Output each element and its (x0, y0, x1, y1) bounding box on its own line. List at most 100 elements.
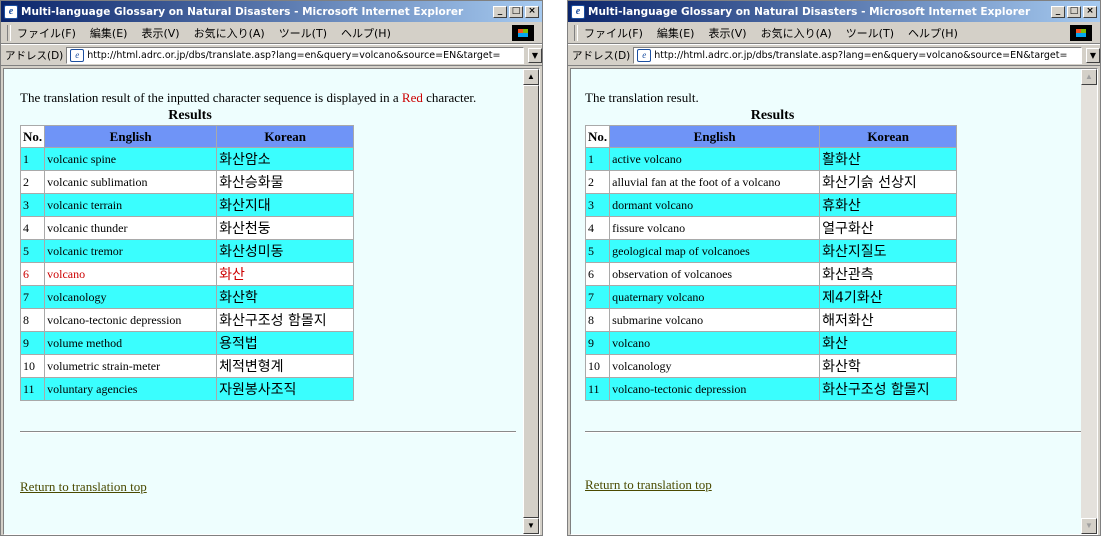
row-korean: 화산기슭 선상지 (819, 170, 958, 194)
row-english: volcano-tectonic depression (609, 377, 821, 401)
row-no: 4 (19, 216, 46, 240)
menu-favorites[interactable]: お気に入り(A) (194, 25, 265, 41)
row-korean: 화산승화물 (216, 170, 355, 194)
address-label: アドレス(D) (5, 49, 64, 62)
table-row: 5 geological map of volcanoes 화산지질도 (584, 239, 958, 263)
scroll-down-icon[interactable]: ▼ (523, 518, 539, 534)
ie-app-icon[interactable]: e (4, 4, 18, 19)
vertical-scrollbar[interactable]: ▲ ▼ (523, 69, 539, 534)
row-no: 9 (19, 331, 46, 355)
browser-window-right: e Multi-language Glossary on Natural Dis… (567, 0, 1101, 536)
row-korean: 열구화산 (819, 216, 958, 240)
row-english: volcanic spine (44, 147, 218, 171)
row-no: 8 (584, 308, 611, 332)
scroll-thumb[interactable] (523, 85, 539, 518)
menu-tools[interactable]: ツール(T) (846, 25, 894, 41)
row-korean: 화산 (819, 331, 958, 355)
row-korean: 화산암소 (216, 147, 355, 171)
row-no: 3 (584, 193, 611, 217)
page-content: The translation result of the inputted c… (4, 69, 523, 534)
row-no: 5 (584, 239, 611, 263)
row-korean: 제4기화산 (819, 285, 958, 309)
menu-view[interactable]: 表示(V) (708, 25, 746, 41)
row-english: volcanic thunder (44, 216, 218, 240)
row-korean: 화산관측 (819, 262, 958, 286)
return-to-top-link[interactable]: Return to translation top (585, 477, 712, 493)
scroll-up-icon[interactable]: ▲ (523, 69, 539, 85)
menu-help[interactable]: ヘルプ(H) (908, 25, 958, 41)
row-english: volcanology (44, 285, 218, 309)
menu-edit[interactable]: 編集(E) (657, 25, 695, 41)
title-bar[interactable]: e Multi-language Glossary on Natural Dis… (568, 1, 1100, 22)
row-english: fissure volcano (609, 216, 821, 240)
menu-bar: ファイル(F) 編集(E) 表示(V) お気に入り(A) ツール(T) ヘルプ(… (1, 22, 542, 44)
menu-edit[interactable]: 編集(E) (90, 25, 128, 41)
title-bar[interactable]: e Multi-language Glossary on Natural Dis… (1, 1, 542, 22)
row-no: 6 (19, 262, 46, 286)
results-table: No. English Korean 1 active volcano 활화산 2a… (584, 125, 958, 401)
page-icon: e (70, 48, 85, 62)
row-english: active volcano (609, 147, 821, 171)
ie-app-icon[interactable]: e (571, 4, 585, 19)
address-dropdown-icon[interactable]: ▼ (1086, 47, 1100, 63)
row-korean: 화산천둥 (216, 216, 355, 240)
row-english: quaternary volcano (609, 285, 821, 309)
address-url[interactable]: http://html.adrc.or.jp/dbs/translate.asp… (654, 50, 1067, 61)
row-english: volume method (44, 331, 218, 355)
row-english: volcanology (609, 354, 821, 378)
table-row-highlighted: 6 volcano 화산 (19, 262, 355, 286)
row-no: 1 (19, 147, 46, 171)
menu-file[interactable]: ファイル(F) (17, 25, 76, 41)
header-korean: Korean (819, 125, 958, 148)
page-content: The translation result. Results No. Engl… (571, 69, 1081, 534)
row-korean: 화산구조성 함몰지 (819, 377, 958, 401)
windows-logo-icon (512, 25, 534, 41)
minimize-icon[interactable]: _ (493, 5, 507, 18)
address-input[interactable]: e http://html.adrc.or.jp/dbs/translate.a… (66, 46, 524, 64)
vertical-scrollbar[interactable]: ▲ ▼ (1081, 69, 1097, 534)
minimize-icon[interactable]: _ (1051, 5, 1065, 18)
row-no: 2 (584, 170, 611, 194)
return-to-top-link[interactable]: Return to translation top (20, 479, 147, 495)
browser-window-left: e Multi-language Glossary on Natural Dis… (0, 0, 543, 536)
close-icon[interactable]: × (1083, 5, 1097, 18)
row-korean: 화산지질도 (819, 239, 958, 263)
address-dropdown-icon[interactable]: ▼ (528, 47, 542, 63)
menu-tools[interactable]: ツール(T) (279, 25, 327, 41)
menu-view[interactable]: 表示(V) (141, 25, 179, 41)
maximize-icon[interactable]: □ (509, 5, 523, 18)
header-no: No. (19, 125, 46, 148)
row-no: 7 (19, 285, 46, 309)
row-english: volcanic tremor (44, 239, 218, 263)
row-english: volumetric strain-meter (44, 354, 218, 378)
table-row: 2 volcanic sublimation 화산승화물 (19, 170, 355, 194)
address-input[interactable]: e http://html.adrc.or.jp/dbs/translate.a… (633, 46, 1082, 64)
menu-help[interactable]: ヘルプ(H) (341, 25, 391, 41)
windows-logo-icon (1070, 25, 1092, 41)
table-row: 9 volume method 용적법 (19, 331, 355, 355)
close-icon[interactable]: × (525, 5, 539, 18)
row-english: voluntary agencies (44, 377, 218, 401)
table-header-row: No. English Korean (19, 125, 355, 148)
row-no: 7 (584, 285, 611, 309)
table-row: 1 active volcano 활화산 (584, 147, 958, 171)
table-row: 2 alluvial fan at the foot of a volcano 화산… (584, 170, 958, 194)
window-title: Multi-language Glossary on Natural Disas… (588, 5, 1031, 18)
row-no: 6 (584, 262, 611, 286)
row-korean: 화산지대 (216, 193, 355, 217)
menu-file[interactable]: ファイル(F) (584, 25, 643, 41)
scroll-down-icon[interactable]: ▼ (1081, 518, 1097, 534)
page-viewport: The translation result of the inputted c… (3, 68, 540, 535)
row-no: 11 (19, 377, 46, 401)
address-url[interactable]: http://html.adrc.or.jp/dbs/translate.asp… (87, 50, 500, 61)
address-label: アドレス(D) (572, 49, 631, 62)
results-table: No. English Korean 1 volcanic spine 화산암소 2… (19, 125, 355, 401)
row-korean: 화산성미동 (216, 239, 355, 263)
maximize-icon[interactable]: □ (1067, 5, 1081, 18)
table-row: 1 volcanic spine 화산암소 (19, 147, 355, 171)
intro-text-end: character. (422, 90, 477, 105)
scroll-up-icon[interactable]: ▲ (1081, 69, 1097, 85)
intro-text: The translation result. (585, 90, 699, 105)
table-row: 3 dormant volcano 휴화산 (584, 193, 958, 217)
menu-favorites[interactable]: お気に入り(A) (761, 25, 832, 41)
